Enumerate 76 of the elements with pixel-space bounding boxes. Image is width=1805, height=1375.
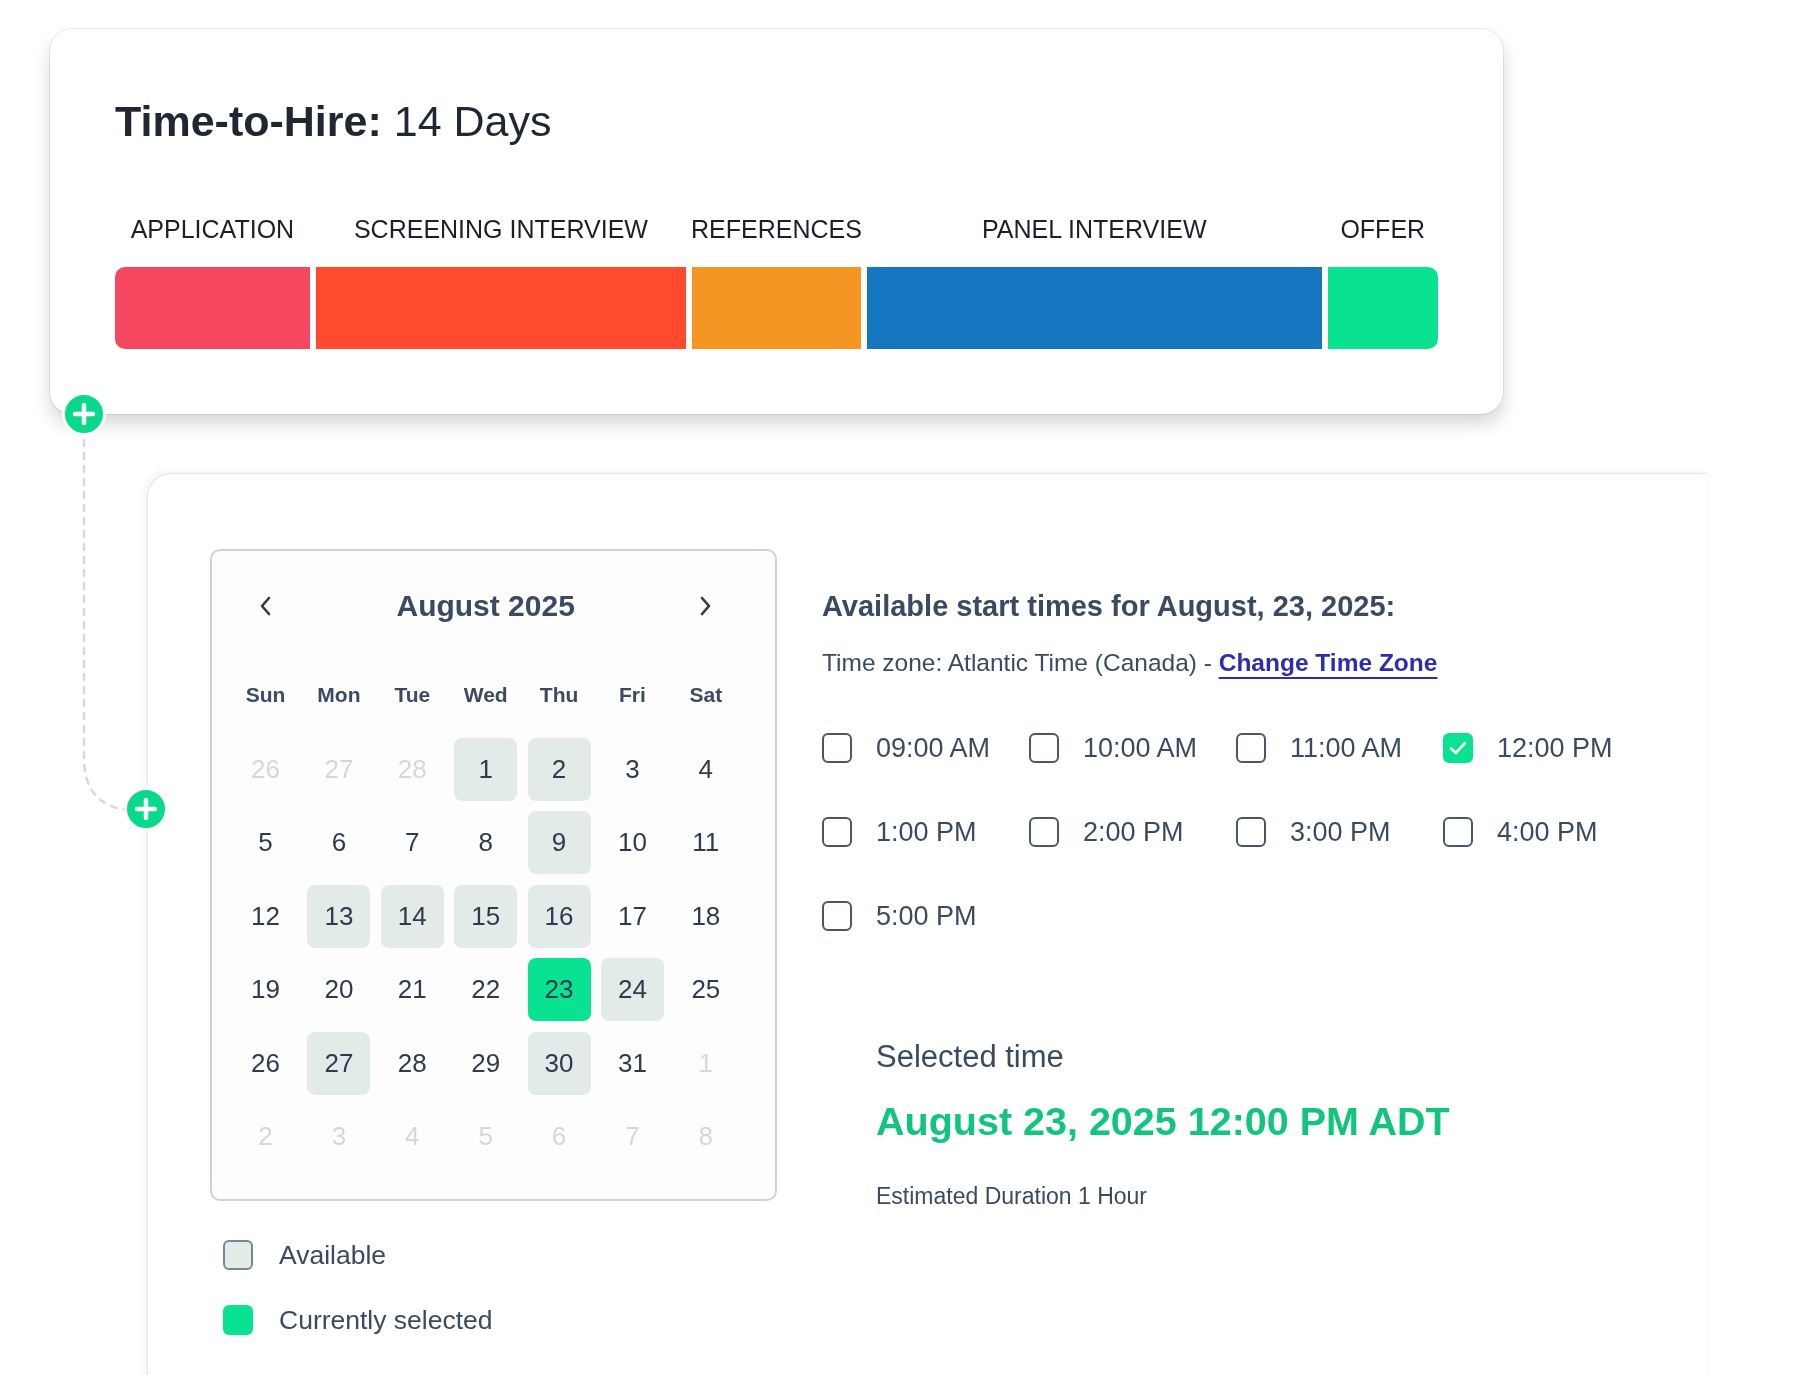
calendar-day: 19: [234, 958, 297, 1022]
time-option-label[interactable]: 5:00 PM: [876, 900, 977, 932]
calendar-day[interactable]: 30: [527, 1031, 591, 1095]
calendar-day: 7: [380, 811, 444, 875]
estimated-duration-text: Estimated Duration 1 Hour: [876, 1183, 1147, 1209]
chevron-left-icon: [259, 596, 272, 616]
time-checkbox[interactable]: [1443, 733, 1473, 763]
calendar-day[interactable]: 9: [527, 811, 591, 875]
legend-label: Available: [279, 1240, 387, 1270]
weekday-label: Thu: [539, 682, 579, 708]
timezone-text: Time zone: Atlantic Time (Canada) - Change Time Zone: [822, 648, 1438, 678]
legend-swatch-icon: [223, 1305, 253, 1335]
calendar-day: 12: [234, 884, 297, 948]
calendar-day[interactable]: 24: [600, 958, 664, 1022]
calendar-day[interactable]: 2: [527, 738, 591, 801]
time-checkbox[interactable]: [1236, 817, 1266, 847]
calendar-month-title: August 2025: [396, 588, 575, 624]
time-checkbox[interactable]: [1029, 817, 1059, 847]
calendar-day: 29: [454, 1031, 518, 1095]
time-to-hire-title: Time-to-Hire: 14 Days: [115, 96, 552, 146]
calendar-day: 17: [600, 884, 664, 948]
calendar-day[interactable]: 15: [454, 884, 518, 948]
calendar-day: 4: [674, 738, 738, 801]
calendar-day: 20: [307, 958, 371, 1022]
calendar-day: 3: [600, 738, 664, 801]
check-icon: [1449, 741, 1467, 755]
calendar-day: 28: [380, 1031, 444, 1095]
calendar-day: 22: [454, 958, 518, 1022]
time-checkbox[interactable]: [822, 733, 852, 763]
weekday-label: Wed: [463, 682, 508, 708]
time-option-label[interactable]: 1:00 PM: [876, 816, 977, 848]
weekday-label: Sun: [245, 682, 286, 708]
time-option-label[interactable]: 11:00 AM: [1290, 732, 1403, 764]
time-checkbox[interactable]: [1236, 733, 1266, 763]
stage-label: APPLICATION: [130, 214, 295, 244]
time-checkbox[interactable]: [822, 901, 852, 931]
time-checkbox[interactable]: [822, 817, 852, 847]
time-option-label[interactable]: 4:00 PM: [1497, 816, 1598, 848]
legend-swatch-icon: [223, 1240, 253, 1270]
calendar-day: 11: [674, 811, 738, 875]
stage-label: PANEL INTERVIEW: [981, 214, 1207, 244]
calendar-day: 25: [674, 958, 738, 1022]
time-option-label[interactable]: 09:00 AM: [876, 732, 991, 764]
change-time-zone-link[interactable]: Change Time Zone: [1218, 649, 1438, 676]
time-checkbox[interactable]: [1443, 817, 1473, 847]
calendar-day[interactable]: 27: [307, 1031, 371, 1095]
time-option-label[interactable]: 10:00 AM: [1083, 732, 1198, 764]
calendar-day: 6: [307, 811, 371, 875]
time-option-label[interactable]: 12:00 PM: [1497, 732, 1613, 764]
calendar-day: 5: [234, 811, 297, 875]
calendar-day: 18: [674, 884, 738, 948]
available-times-heading: Available start times for August, 23, 2025:: [822, 589, 1396, 624]
selected-time-value: August 23, 2025 12:00 PM ADT: [876, 1098, 1450, 1145]
calendar-day[interactable]: 16: [527, 884, 591, 948]
calendar-day[interactable]: 23: [527, 958, 591, 1022]
calendar-day[interactable]: 14: [380, 884, 444, 948]
calendar-day: 10: [600, 811, 664, 875]
calendar-day: 21: [380, 958, 444, 1022]
weekday-label: Tue: [394, 682, 431, 708]
calendar-day: 8: [454, 811, 518, 875]
calendar-day[interactable]: 1: [454, 738, 518, 801]
time-option-label[interactable]: 2:00 PM: [1083, 816, 1184, 848]
chevron-right-icon: [699, 596, 713, 616]
weekday-label: Mon: [317, 682, 361, 708]
stage-label: SCREENING INTERVIEW: [353, 214, 648, 244]
weekday-label: Sat: [689, 682, 723, 708]
selected-time-heading: Selected time: [876, 1039, 1064, 1075]
legend-label: Currently selected: [279, 1305, 493, 1335]
calendar-day[interactable]: 13: [307, 884, 371, 948]
calendar-day: 31: [600, 1031, 664, 1095]
weekday-label: Fri: [619, 682, 646, 708]
calendar-day: 26: [234, 1031, 297, 1095]
time-checkbox[interactable]: [1029, 733, 1059, 763]
stage-label: REFERENCES: [691, 214, 862, 244]
stage-label: OFFER: [1340, 214, 1426, 244]
time-option-label[interactable]: 3:00 PM: [1290, 816, 1391, 848]
